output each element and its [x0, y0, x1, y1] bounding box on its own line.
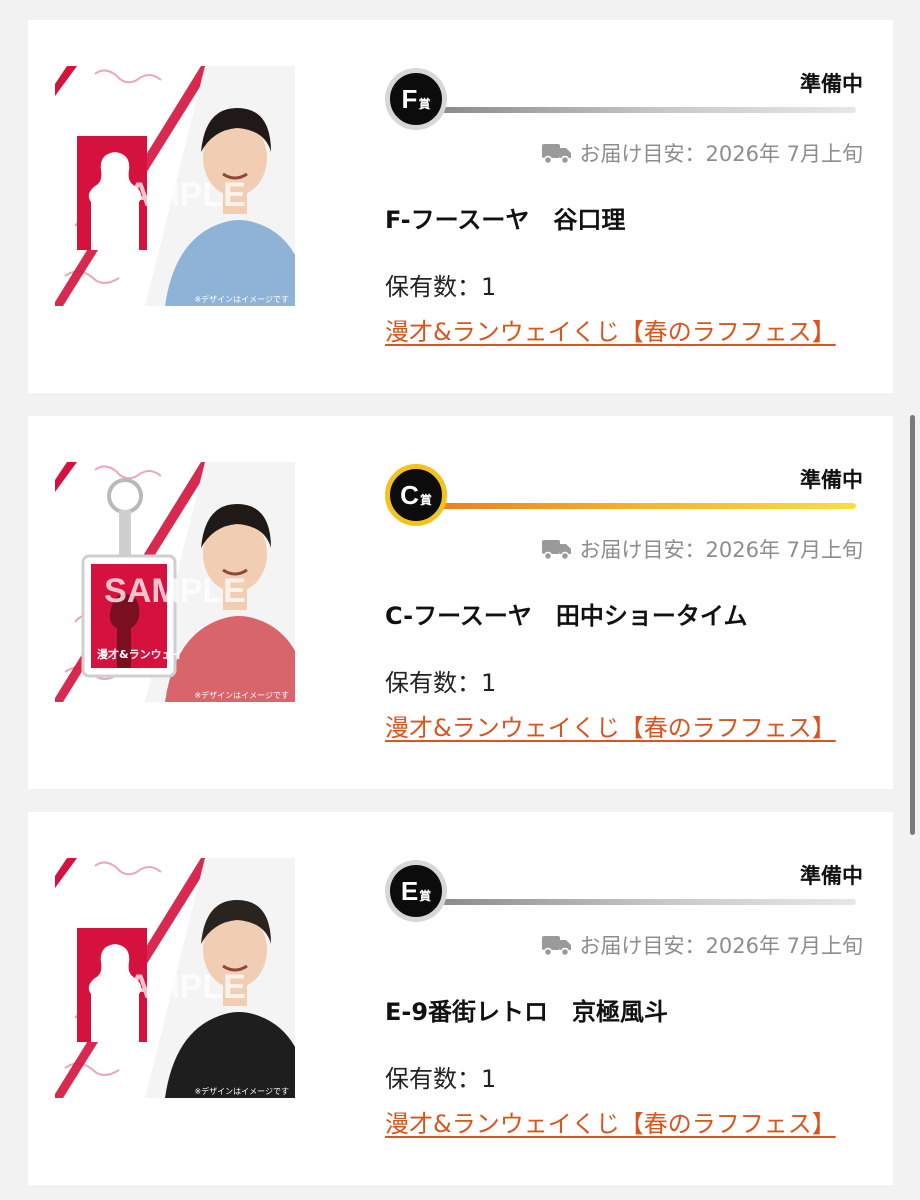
truck-icon	[541, 144, 571, 164]
status-label: 準備中	[800, 864, 863, 888]
svg-text:漫才&ランウェイ: 漫才&ランウェイ	[97, 647, 184, 661]
status-label: 準備中	[800, 72, 863, 96]
svg-text:SAMPLE: SAMPLE	[104, 572, 246, 610]
owned-count: 保有数：1	[385, 273, 497, 301]
lottery-link[interactable]: 漫才&ランウェイくじ【春のラフフェス】	[385, 708, 855, 743]
prize-card[interactable]: 漫才&ランウェイ SAMPLE ※デザインはイメージです C賞 準備中 お届け目安…	[28, 416, 893, 789]
prize-thumbnail: 漫才&ランウェイ SAMPLE ※デザインはイメージです	[55, 462, 295, 702]
prize-card[interactable]: SAMPLE ※デザインはイメージです F賞 準備中 お届け目安：2026年 7…	[28, 20, 893, 393]
status-label: 準備中	[800, 468, 863, 492]
lottery-link[interactable]: 漫才&ランウェイくじ【春のラフフェス】	[385, 312, 855, 347]
delivery-estimate: お届け目安：2026年 7月上旬	[541, 930, 863, 960]
scrollbar[interactable]	[910, 415, 915, 835]
delivery-estimate: お届け目安：2026年 7月上旬	[541, 534, 863, 564]
prize-name: F-フースーヤ 谷口理	[385, 206, 626, 234]
svg-text:※デザインはイメージです: ※デザインはイメージです	[194, 294, 289, 304]
owned-count: 保有数：1	[385, 669, 497, 697]
prize-rank-badge: F賞	[385, 68, 447, 130]
svg-text:SAMPLE: SAMPLE	[104, 176, 246, 214]
badge-suffix: 賞	[419, 493, 432, 507]
svg-text:※デザインはイメージです: ※デザインはイメージです	[194, 1086, 289, 1096]
prize-rank-badge: C賞	[385, 464, 447, 526]
badge-suffix: 賞	[419, 889, 432, 903]
badge-letter: C	[400, 480, 419, 510]
svg-text:SAMPLE: SAMPLE	[104, 968, 246, 1006]
delivery-estimate: お届け目安：2026年 7月上旬	[541, 138, 863, 168]
badge-letter: F	[401, 84, 418, 114]
prize-name: E-9番街レトロ 京極風斗	[385, 998, 669, 1026]
progress-line	[438, 107, 856, 113]
truck-icon	[541, 936, 571, 956]
prize-rank-badge: E賞	[385, 860, 447, 922]
prize-card[interactable]: SAMPLE ※デザインはイメージです E賞 準備中 お届け目安：2026年 7…	[28, 812, 893, 1185]
prize-thumbnail: SAMPLE ※デザインはイメージです	[55, 858, 295, 1098]
badge-letter: E	[400, 876, 419, 906]
delivery-text: お届け目安：2026年 7月上旬	[579, 142, 863, 166]
progress-line	[438, 503, 856, 509]
lottery-link[interactable]: 漫才&ランウェイくじ【春のラフフェス】	[385, 1104, 855, 1139]
truck-icon	[541, 540, 571, 560]
badge-suffix: 賞	[418, 97, 431, 111]
svg-text:※デザインはイメージです: ※デザインはイメージです	[194, 690, 289, 700]
owned-count: 保有数：1	[385, 1065, 497, 1093]
delivery-text: お届け目安：2026年 7月上旬	[579, 538, 863, 562]
delivery-text: お届け目安：2026年 7月上旬	[579, 934, 863, 958]
prize-name: C-フースーヤ 田中ショータイム	[385, 602, 748, 630]
progress-line	[438, 899, 856, 905]
prize-thumbnail: SAMPLE ※デザインはイメージです	[55, 66, 295, 306]
